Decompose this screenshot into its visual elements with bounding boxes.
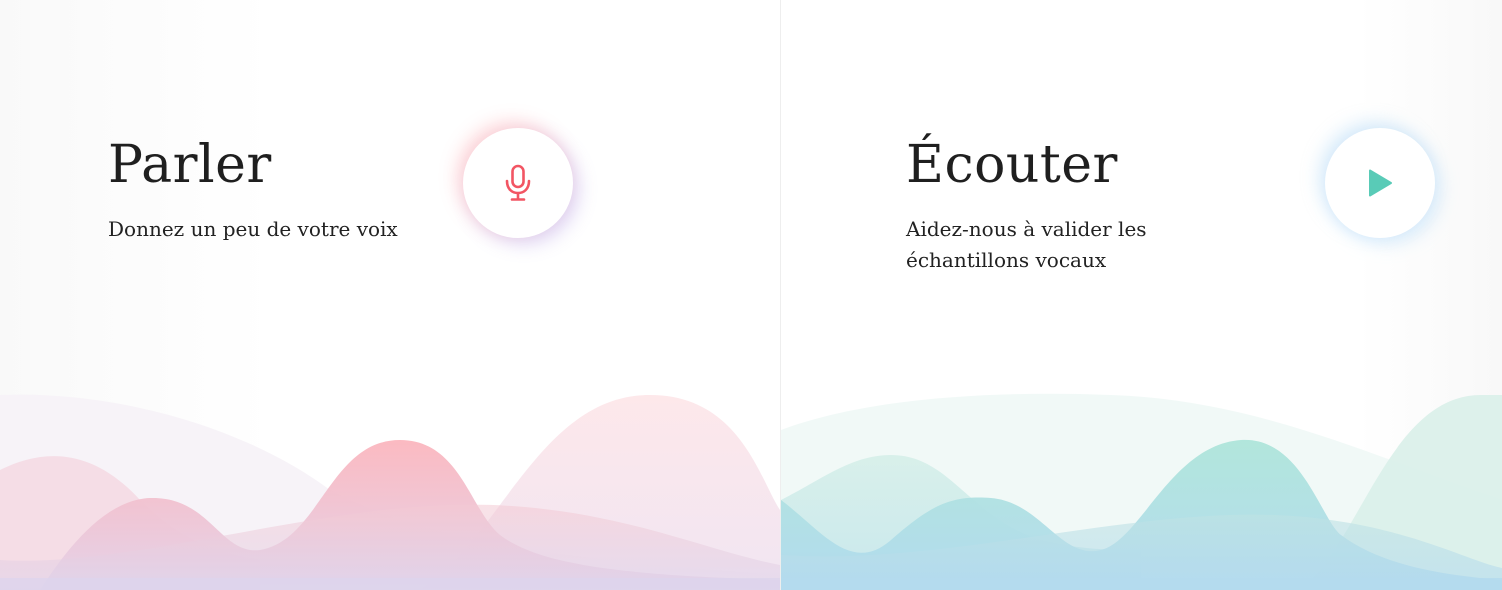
- speak-subtitle: Donnez un peu de votre voix: [108, 217, 398, 241]
- speak-waves-decoration: [0, 394, 780, 590]
- listen-title: Écouter: [906, 135, 1118, 195]
- speak-record-button[interactable]: [463, 128, 573, 238]
- listen-play-button[interactable]: [1325, 128, 1435, 238]
- listen-card[interactable]: Écouter Aidez-nous à valider les échanti…: [781, 0, 1502, 590]
- speak-title: Parler: [108, 135, 272, 195]
- microphone-icon: [505, 164, 531, 201]
- speak-card[interactable]: Parler Donnez un peu de votre voix: [0, 0, 781, 590]
- listen-subtitle: Aidez-nous à valider les échantillons vo…: [906, 217, 1147, 272]
- contribute-page: Parler Donnez un peu de votre voix Écout…: [0, 0, 1502, 590]
- play-icon: [1369, 169, 1392, 197]
- listen-waves-decoration: [781, 393, 1502, 590]
